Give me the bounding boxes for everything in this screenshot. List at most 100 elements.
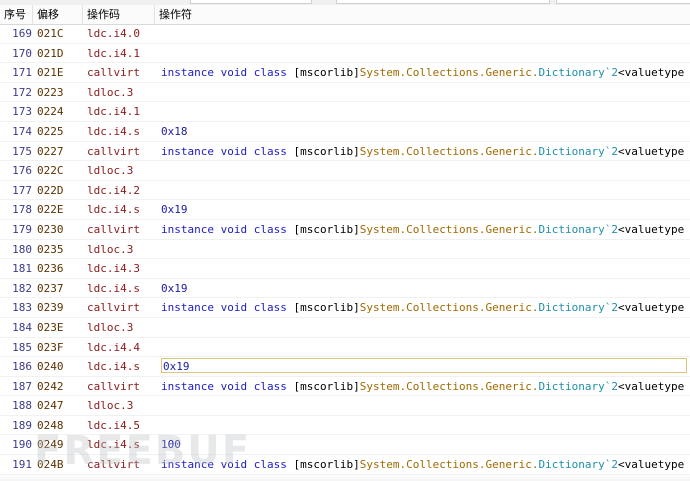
table-row[interactable]: 177 022D ldc.i4.2 bbox=[0, 181, 690, 201]
row-operand-method-ref: instance void class [mscorlib]System.Col… bbox=[161, 63, 690, 82]
row-opcode: callvirt bbox=[87, 144, 140, 158]
row-index: 187 bbox=[12, 379, 32, 393]
table-row[interactable]: 180 0235 ldloc.3 bbox=[0, 240, 690, 260]
table-row[interactable]: 183 0239 callvirt instance void class [msco… bbox=[0, 298, 690, 318]
operand-token: [mscorlib] bbox=[293, 144, 360, 158]
row-opcode: ldloc.3 bbox=[87, 85, 134, 99]
table-row[interactable]: 187 0242 callvirt instance void class [msco… bbox=[0, 377, 690, 397]
table-row[interactable]: 169 021C ldc.i4.0 bbox=[0, 24, 690, 44]
operand-token: void bbox=[220, 379, 248, 393]
operand-token: Dictionary`2 bbox=[538, 222, 619, 236]
row-operand: 0x19 bbox=[161, 203, 188, 217]
operand-token: <valuetype bbox=[618, 144, 690, 158]
row-offset: 024B bbox=[37, 458, 64, 472]
operand-token: instance bbox=[161, 66, 214, 80]
row-index: 190 bbox=[12, 438, 32, 452]
table-row[interactable]: 170 021D ldc.i4.1 bbox=[0, 44, 690, 64]
operand-token: instance bbox=[161, 144, 214, 158]
table-row[interactable]: 176 022C ldloc.3 bbox=[0, 161, 690, 181]
table-row[interactable]: 173 0224 ldc.i4.1 bbox=[0, 102, 690, 122]
operand-token: <valuetype bbox=[618, 458, 690, 472]
table-row[interactable]: 186 0240 ldc.i4.s 0x19 bbox=[0, 357, 690, 377]
table-row[interactable]: 190 0249 ldc.i4.s 100 bbox=[0, 435, 690, 456]
operand-token: void bbox=[220, 144, 248, 158]
column-header-opcode[interactable]: 操作码 bbox=[83, 5, 155, 24]
row-index: 172 bbox=[12, 85, 32, 99]
row-opcode: ldloc.3 bbox=[87, 242, 134, 256]
row-operand: 0x18 bbox=[161, 124, 188, 138]
row-index: 184 bbox=[12, 320, 32, 334]
row-opcode: callvirt bbox=[87, 301, 140, 315]
table-row[interactable]: 182 0237 ldc.i4.s 0x19 bbox=[0, 279, 690, 299]
table-row[interactable]: 185 023F ldc.i4.4 bbox=[0, 338, 690, 358]
operand-token: [mscorlib] bbox=[293, 222, 360, 236]
operand-token: [mscorlib] bbox=[293, 301, 360, 315]
row-index: 171 bbox=[12, 66, 32, 80]
operand-token: class bbox=[253, 222, 287, 236]
table-row[interactable]: 181 0236 ldc.i4.3 bbox=[0, 259, 690, 279]
row-index: 173 bbox=[12, 105, 32, 119]
operand-token: System.Collections.Generic. bbox=[359, 144, 539, 158]
row-offset: 0249 bbox=[37, 438, 64, 452]
row-index: 179 bbox=[12, 222, 32, 236]
row-offset: 022C bbox=[37, 164, 64, 178]
table-row[interactable]: 178 022E ldc.i4.s 0x19 bbox=[0, 200, 690, 220]
row-index: 191 bbox=[12, 458, 32, 472]
operand-token: [mscorlib] bbox=[293, 379, 360, 393]
top-tab[interactable] bbox=[190, 0, 312, 4]
top-tab[interactable] bbox=[336, 0, 550, 4]
table-row[interactable]: 179 0230 callvirt instance void class [msco… bbox=[0, 220, 690, 240]
row-opcode: ldc.i4.4 bbox=[87, 340, 140, 354]
operand-token: <valuetype bbox=[618, 301, 690, 315]
row-opcode: ldloc.3 bbox=[87, 399, 134, 413]
column-header-index[interactable]: 序号 bbox=[0, 5, 33, 24]
row-index: 188 bbox=[12, 399, 32, 413]
operand-token: Dictionary`2 bbox=[538, 458, 619, 472]
operand-token: void bbox=[220, 301, 248, 315]
row-index: 177 bbox=[12, 183, 32, 197]
operand-token: class bbox=[253, 458, 287, 472]
table-row[interactable]: 175 0227 callvirt instance void class [msco… bbox=[0, 142, 690, 162]
table-row[interactable]: 171 021E callvirt instance void class [msco… bbox=[0, 63, 690, 83]
table-row[interactable]: 191 024B callvirt instance void class [msco… bbox=[0, 455, 690, 475]
row-operand: 0x19 bbox=[161, 281, 188, 295]
top-tab[interactable] bbox=[556, 0, 690, 4]
row-opcode: ldc.i4.s bbox=[87, 203, 140, 217]
table-row[interactable]: 174 0225 ldc.i4.s 0x18 bbox=[0, 122, 690, 142]
row-offset: 0237 bbox=[37, 281, 64, 295]
row-opcode: ldc.i4.1 bbox=[87, 105, 140, 119]
table-row[interactable]: 184 023E ldloc.3 bbox=[0, 318, 690, 338]
table-row[interactable]: 172 0223 ldloc.3 bbox=[0, 83, 690, 103]
operand-token: [mscorlib] bbox=[293, 66, 360, 80]
row-index: 178 bbox=[12, 203, 32, 217]
row-offset: 023F bbox=[37, 340, 64, 354]
operand-token: [mscorlib] bbox=[293, 458, 360, 472]
table-row[interactable]: 188 0247 ldloc.3 bbox=[0, 396, 690, 416]
row-index: 176 bbox=[12, 164, 32, 178]
row-opcode: callvirt bbox=[87, 66, 140, 80]
table-row[interactable]: 189 0248 ldc.i4.5 bbox=[0, 416, 690, 436]
row-index: 189 bbox=[12, 418, 32, 432]
row-offset: 023E bbox=[37, 320, 64, 334]
row-opcode: ldc.i4.s bbox=[87, 281, 140, 295]
row-offset: 0242 bbox=[37, 379, 64, 393]
operand-token: Dictionary`2 bbox=[538, 66, 619, 80]
operand-token: instance bbox=[161, 379, 214, 393]
row-index: 182 bbox=[12, 281, 32, 295]
row-offset: 0247 bbox=[37, 399, 64, 413]
row-opcode: ldc.i4.s bbox=[87, 124, 140, 138]
operand-edit-field[interactable]: 0x19 bbox=[161, 358, 687, 374]
operand-token: instance bbox=[161, 222, 214, 236]
operand-token: <valuetype bbox=[618, 66, 690, 80]
row-index: 185 bbox=[12, 340, 32, 354]
bottom-edge bbox=[0, 474, 690, 481]
row-opcode: callvirt bbox=[87, 222, 140, 236]
row-offset: 022D bbox=[37, 183, 64, 197]
operand-token: void bbox=[220, 66, 248, 80]
column-header-operand[interactable]: 操作符 bbox=[155, 5, 690, 24]
column-header-offset[interactable]: 偏移 bbox=[33, 5, 83, 24]
row-opcode: ldc.i4.3 bbox=[87, 262, 140, 276]
row-operand: 0x19 bbox=[161, 357, 690, 376]
row-index: 169 bbox=[12, 27, 32, 40]
row-index: 180 bbox=[12, 242, 32, 256]
